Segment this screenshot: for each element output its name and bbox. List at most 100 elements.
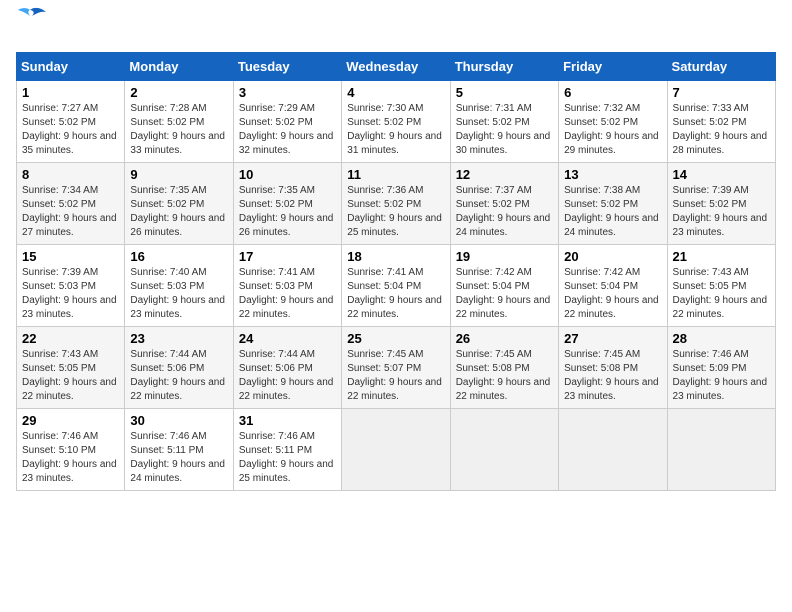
day-number: 16 <box>130 249 227 264</box>
calendar-cell: 26 Sunrise: 7:45 AM Sunset: 5:08 PM Dayl… <box>450 327 558 409</box>
day-detail: Sunrise: 7:45 AM Sunset: 5:08 PM Dayligh… <box>564 349 659 402</box>
calendar-cell: 15 Sunrise: 7:39 AM Sunset: 5:03 PM Dayl… <box>17 245 125 327</box>
day-number: 5 <box>456 85 553 100</box>
calendar-cell: 10 Sunrise: 7:35 AM Sunset: 5:02 PM Dayl… <box>233 163 341 245</box>
calendar-cell: 25 Sunrise: 7:45 AM Sunset: 5:07 PM Dayl… <box>342 327 450 409</box>
day-number: 19 <box>456 249 553 264</box>
day-number: 2 <box>130 85 227 100</box>
calendar-cell: 2 Sunrise: 7:28 AM Sunset: 5:02 PM Dayli… <box>125 81 233 163</box>
day-number: 22 <box>22 331 119 346</box>
day-detail: Sunrise: 7:27 AM Sunset: 5:02 PM Dayligh… <box>22 103 117 156</box>
calendar-cell: 29 Sunrise: 7:46 AM Sunset: 5:10 PM Dayl… <box>17 409 125 491</box>
day-number: 28 <box>673 331 770 346</box>
day-number: 17 <box>239 249 336 264</box>
col-header-monday: Monday <box>125 53 233 81</box>
calendar-cell: 7 Sunrise: 7:33 AM Sunset: 5:02 PM Dayli… <box>667 81 775 163</box>
day-detail: Sunrise: 7:46 AM Sunset: 5:11 PM Dayligh… <box>239 431 334 484</box>
calendar-cell <box>559 409 667 491</box>
calendar-cell: 5 Sunrise: 7:31 AM Sunset: 5:02 PM Dayli… <box>450 81 558 163</box>
day-number: 3 <box>239 85 336 100</box>
day-detail: Sunrise: 7:37 AM Sunset: 5:02 PM Dayligh… <box>456 185 551 238</box>
calendar-cell: 8 Sunrise: 7:34 AM Sunset: 5:02 PM Dayli… <box>17 163 125 245</box>
calendar-cell: 13 Sunrise: 7:38 AM Sunset: 5:02 PM Dayl… <box>559 163 667 245</box>
day-detail: Sunrise: 7:46 AM Sunset: 5:09 PM Dayligh… <box>673 349 768 402</box>
day-number: 24 <box>239 331 336 346</box>
day-number: 6 <box>564 85 661 100</box>
calendar-cell: 17 Sunrise: 7:41 AM Sunset: 5:03 PM Dayl… <box>233 245 341 327</box>
week-row-3: 15 Sunrise: 7:39 AM Sunset: 5:03 PM Dayl… <box>17 245 776 327</box>
day-detail: Sunrise: 7:32 AM Sunset: 5:02 PM Dayligh… <box>564 103 659 156</box>
calendar-cell: 23 Sunrise: 7:44 AM Sunset: 5:06 PM Dayl… <box>125 327 233 409</box>
day-detail: Sunrise: 7:33 AM Sunset: 5:02 PM Dayligh… <box>673 103 768 156</box>
col-header-wednesday: Wednesday <box>342 53 450 81</box>
calendar-cell: 3 Sunrise: 7:29 AM Sunset: 5:02 PM Dayli… <box>233 81 341 163</box>
calendar-table: SundayMondayTuesdayWednesdayThursdayFrid… <box>16 52 776 491</box>
week-row-1: 1 Sunrise: 7:27 AM Sunset: 5:02 PM Dayli… <box>17 81 776 163</box>
day-detail: Sunrise: 7:28 AM Sunset: 5:02 PM Dayligh… <box>130 103 225 156</box>
day-detail: Sunrise: 7:36 AM Sunset: 5:02 PM Dayligh… <box>347 185 442 238</box>
day-detail: Sunrise: 7:42 AM Sunset: 5:04 PM Dayligh… <box>456 267 551 320</box>
calendar-cell <box>450 409 558 491</box>
day-detail: Sunrise: 7:46 AM Sunset: 5:11 PM Dayligh… <box>130 431 225 484</box>
day-number: 23 <box>130 331 227 346</box>
week-row-2: 8 Sunrise: 7:34 AM Sunset: 5:02 PM Dayli… <box>17 163 776 245</box>
day-detail: Sunrise: 7:44 AM Sunset: 5:06 PM Dayligh… <box>239 349 334 402</box>
calendar-cell: 16 Sunrise: 7:40 AM Sunset: 5:03 PM Dayl… <box>125 245 233 327</box>
day-number: 29 <box>22 413 119 428</box>
calendar-cell: 6 Sunrise: 7:32 AM Sunset: 5:02 PM Dayli… <box>559 81 667 163</box>
day-number: 20 <box>564 249 661 264</box>
calendar-cell: 11 Sunrise: 7:36 AM Sunset: 5:02 PM Dayl… <box>342 163 450 245</box>
day-detail: Sunrise: 7:41 AM Sunset: 5:04 PM Dayligh… <box>347 267 442 320</box>
day-detail: Sunrise: 7:43 AM Sunset: 5:05 PM Dayligh… <box>22 349 117 402</box>
calendar-cell: 19 Sunrise: 7:42 AM Sunset: 5:04 PM Dayl… <box>450 245 558 327</box>
day-number: 4 <box>347 85 444 100</box>
column-headers: SundayMondayTuesdayWednesdayThursdayFrid… <box>17 53 776 81</box>
day-number: 27 <box>564 331 661 346</box>
day-detail: Sunrise: 7:30 AM Sunset: 5:02 PM Dayligh… <box>347 103 442 156</box>
calendar-cell: 9 Sunrise: 7:35 AM Sunset: 5:02 PM Dayli… <box>125 163 233 245</box>
day-number: 13 <box>564 167 661 182</box>
day-detail: Sunrise: 7:44 AM Sunset: 5:06 PM Dayligh… <box>130 349 225 402</box>
day-detail: Sunrise: 7:45 AM Sunset: 5:08 PM Dayligh… <box>456 349 551 402</box>
calendar-cell: 4 Sunrise: 7:30 AM Sunset: 5:02 PM Dayli… <box>342 81 450 163</box>
calendar-cell: 27 Sunrise: 7:45 AM Sunset: 5:08 PM Dayl… <box>559 327 667 409</box>
col-header-thursday: Thursday <box>450 53 558 81</box>
day-number: 7 <box>673 85 770 100</box>
day-number: 11 <box>347 167 444 182</box>
calendar-cell: 14 Sunrise: 7:39 AM Sunset: 5:02 PM Dayl… <box>667 163 775 245</box>
calendar-cell: 28 Sunrise: 7:46 AM Sunset: 5:09 PM Dayl… <box>667 327 775 409</box>
week-row-5: 29 Sunrise: 7:46 AM Sunset: 5:10 PM Dayl… <box>17 409 776 491</box>
week-row-4: 22 Sunrise: 7:43 AM Sunset: 5:05 PM Dayl… <box>17 327 776 409</box>
calendar-cell: 30 Sunrise: 7:46 AM Sunset: 5:11 PM Dayl… <box>125 409 233 491</box>
calendar-cell: 22 Sunrise: 7:43 AM Sunset: 5:05 PM Dayl… <box>17 327 125 409</box>
day-number: 10 <box>239 167 336 182</box>
day-number: 8 <box>22 167 119 182</box>
day-detail: Sunrise: 7:31 AM Sunset: 5:02 PM Dayligh… <box>456 103 551 156</box>
day-detail: Sunrise: 7:46 AM Sunset: 5:10 PM Dayligh… <box>22 431 117 484</box>
day-detail: Sunrise: 7:35 AM Sunset: 5:02 PM Dayligh… <box>130 185 225 238</box>
calendar-cell <box>342 409 450 491</box>
day-number: 30 <box>130 413 227 428</box>
day-number: 18 <box>347 249 444 264</box>
day-number: 31 <box>239 413 336 428</box>
day-detail: Sunrise: 7:41 AM Sunset: 5:03 PM Dayligh… <box>239 267 334 320</box>
col-header-friday: Friday <box>559 53 667 81</box>
day-detail: Sunrise: 7:43 AM Sunset: 5:05 PM Dayligh… <box>673 267 768 320</box>
calendar-cell: 24 Sunrise: 7:44 AM Sunset: 5:06 PM Dayl… <box>233 327 341 409</box>
day-detail: Sunrise: 7:45 AM Sunset: 5:07 PM Dayligh… <box>347 349 442 402</box>
day-number: 15 <box>22 249 119 264</box>
day-detail: Sunrise: 7:29 AM Sunset: 5:02 PM Dayligh… <box>239 103 334 156</box>
calendar-cell: 18 Sunrise: 7:41 AM Sunset: 5:04 PM Dayl… <box>342 245 450 327</box>
col-header-saturday: Saturday <box>667 53 775 81</box>
day-number: 25 <box>347 331 444 346</box>
logo-bird-icon <box>12 2 48 38</box>
calendar-cell: 21 Sunrise: 7:43 AM Sunset: 5:05 PM Dayl… <box>667 245 775 327</box>
day-detail: Sunrise: 7:38 AM Sunset: 5:02 PM Dayligh… <box>564 185 659 238</box>
day-detail: Sunrise: 7:42 AM Sunset: 5:04 PM Dayligh… <box>564 267 659 320</box>
day-detail: Sunrise: 7:39 AM Sunset: 5:02 PM Dayligh… <box>673 185 768 238</box>
day-number: 26 <box>456 331 553 346</box>
day-number: 21 <box>673 249 770 264</box>
day-detail: Sunrise: 7:34 AM Sunset: 5:02 PM Dayligh… <box>22 185 117 238</box>
col-header-tuesday: Tuesday <box>233 53 341 81</box>
day-detail: Sunrise: 7:35 AM Sunset: 5:02 PM Dayligh… <box>239 185 334 238</box>
